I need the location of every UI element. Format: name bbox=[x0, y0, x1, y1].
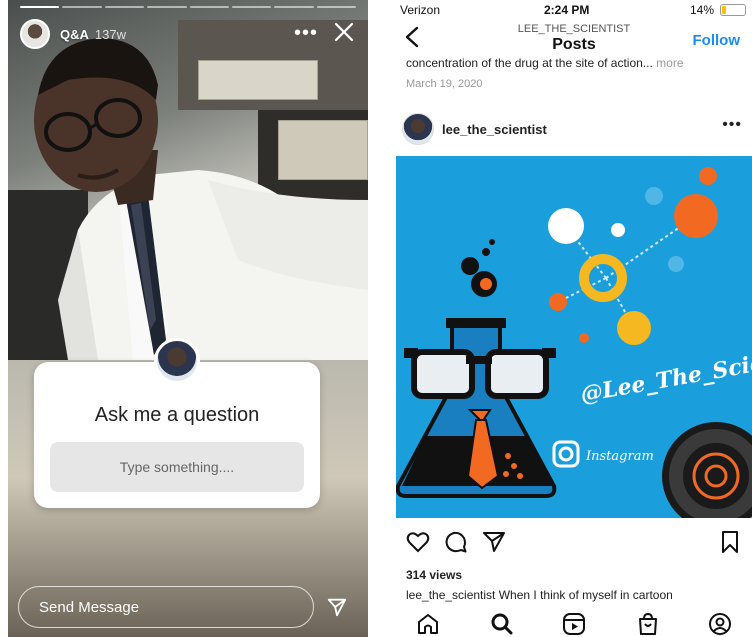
top-nav: LEE_THE_SCIENTIST Posts Follow bbox=[396, 20, 752, 56]
post-viewer: Verizon 2:24 PM 14% LEE_THE_SCIENTIST Po… bbox=[396, 0, 752, 637]
comment-icon[interactable] bbox=[444, 530, 468, 554]
heart-icon[interactable] bbox=[406, 530, 430, 554]
clock: 2:24 PM bbox=[544, 3, 590, 17]
story-header: Q&A 137w ••• bbox=[20, 18, 356, 50]
search-icon[interactable] bbox=[490, 612, 514, 636]
more-options-icon[interactable]: ••• bbox=[722, 116, 742, 134]
close-icon[interactable] bbox=[332, 20, 356, 44]
shop-icon[interactable] bbox=[636, 612, 660, 636]
reels-icon[interactable] bbox=[562, 612, 586, 636]
avatar[interactable] bbox=[402, 113, 434, 145]
post-username[interactable]: lee_the_scientist bbox=[442, 122, 547, 137]
profile-icon[interactable] bbox=[708, 612, 732, 636]
bookmark-icon[interactable] bbox=[718, 530, 742, 554]
story-timestamp: 137w bbox=[94, 26, 126, 42]
battery-icon bbox=[720, 4, 746, 16]
story-viewer[interactable]: Q&A 137w ••• Ask me a question Type some… bbox=[8, 0, 368, 637]
post-caption: lee_the_scientist When I think of myself… bbox=[406, 588, 746, 602]
post-artwork: @Lee_The_Scientist Instagram bbox=[396, 156, 752, 518]
share-icon[interactable] bbox=[482, 530, 506, 554]
battery-percent: 14% bbox=[689, 3, 714, 17]
previous-caption-text: concentration of the drug at the site of… bbox=[406, 56, 653, 70]
post-header: lee_the_scientist ••• bbox=[396, 112, 752, 148]
more-options-icon[interactable]: ••• bbox=[294, 22, 318, 45]
previous-post-date: March 19, 2020 bbox=[406, 78, 483, 90]
question-input[interactable]: Type something.... bbox=[50, 442, 304, 492]
bottom-tab-bar bbox=[396, 604, 752, 637]
previous-post-caption: concentration of the drug at the site of… bbox=[406, 56, 742, 70]
post-actions bbox=[396, 528, 752, 558]
follow-button[interactable]: Follow bbox=[693, 32, 741, 49]
person-selfie bbox=[34, 38, 368, 360]
status-bar: Verizon 2:24 PM 14% bbox=[396, 0, 752, 20]
send-message-input[interactable]: Send Message bbox=[18, 586, 314, 628]
sticker-avatar bbox=[154, 338, 200, 384]
send-icon[interactable] bbox=[326, 596, 348, 618]
story-username[interactable]: Q&A bbox=[60, 27, 89, 42]
caption-text: When I think of myself in cartoon bbox=[498, 588, 673, 602]
view-count[interactable]: 314 views bbox=[406, 568, 462, 582]
avatar[interactable] bbox=[20, 19, 50, 49]
post-image-subtext: Instagram bbox=[585, 449, 654, 464]
more-link[interactable]: more bbox=[656, 56, 683, 70]
story-progress-bar bbox=[20, 6, 356, 8]
carrier-label: Verizon bbox=[400, 3, 441, 17]
home-icon[interactable] bbox=[416, 612, 440, 636]
post-image[interactable]: @Lee_The_Scientist Instagram bbox=[396, 156, 752, 518]
question-title: Ask me a question bbox=[94, 404, 260, 426]
caption-username[interactable]: lee_the_scientist bbox=[406, 588, 495, 602]
